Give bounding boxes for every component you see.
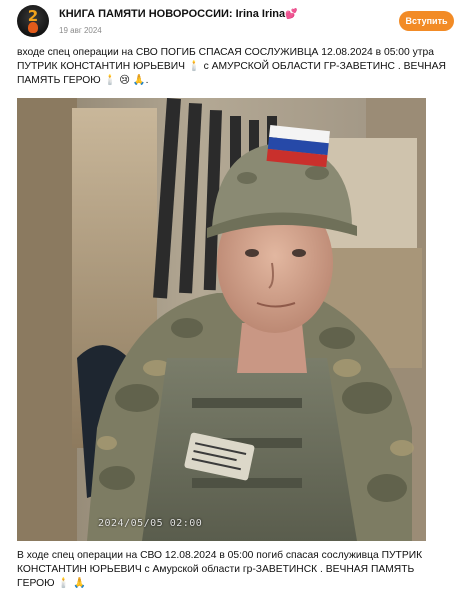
candle-flame-icon [28,22,38,33]
post-caption-bottom: В ходе спец операции на СВО 12.08.2024 в… [17,550,423,589]
heart-emoji-icon: 💕 [285,9,298,20]
soldier-photo-illustration [17,98,426,541]
channel-title-text: КНИГА ПАМЯТИ НОВОРОССИИ: Irina Irina [59,8,286,20]
channel-avatar[interactable]: 2 [17,5,49,37]
post-date: 19 авг 2024 [59,26,102,35]
join-button[interactable]: Вступить [399,11,454,31]
post-caption-top: входе спец операции на СВО ПОГИБ СПАСАЯ … [17,47,446,86]
post-header: 2 КНИГА ПАМЯТИ НОВОРОССИИ: Irina Irina💕 … [0,0,454,44]
channel-title[interactable]: КНИГА ПАМЯТИ НОВОРОССИИ: Irina Irina💕 [59,8,298,20]
photo-timestamp: 2024/05/05 02:00 [98,518,203,529]
post-photo[interactable] [17,98,426,541]
